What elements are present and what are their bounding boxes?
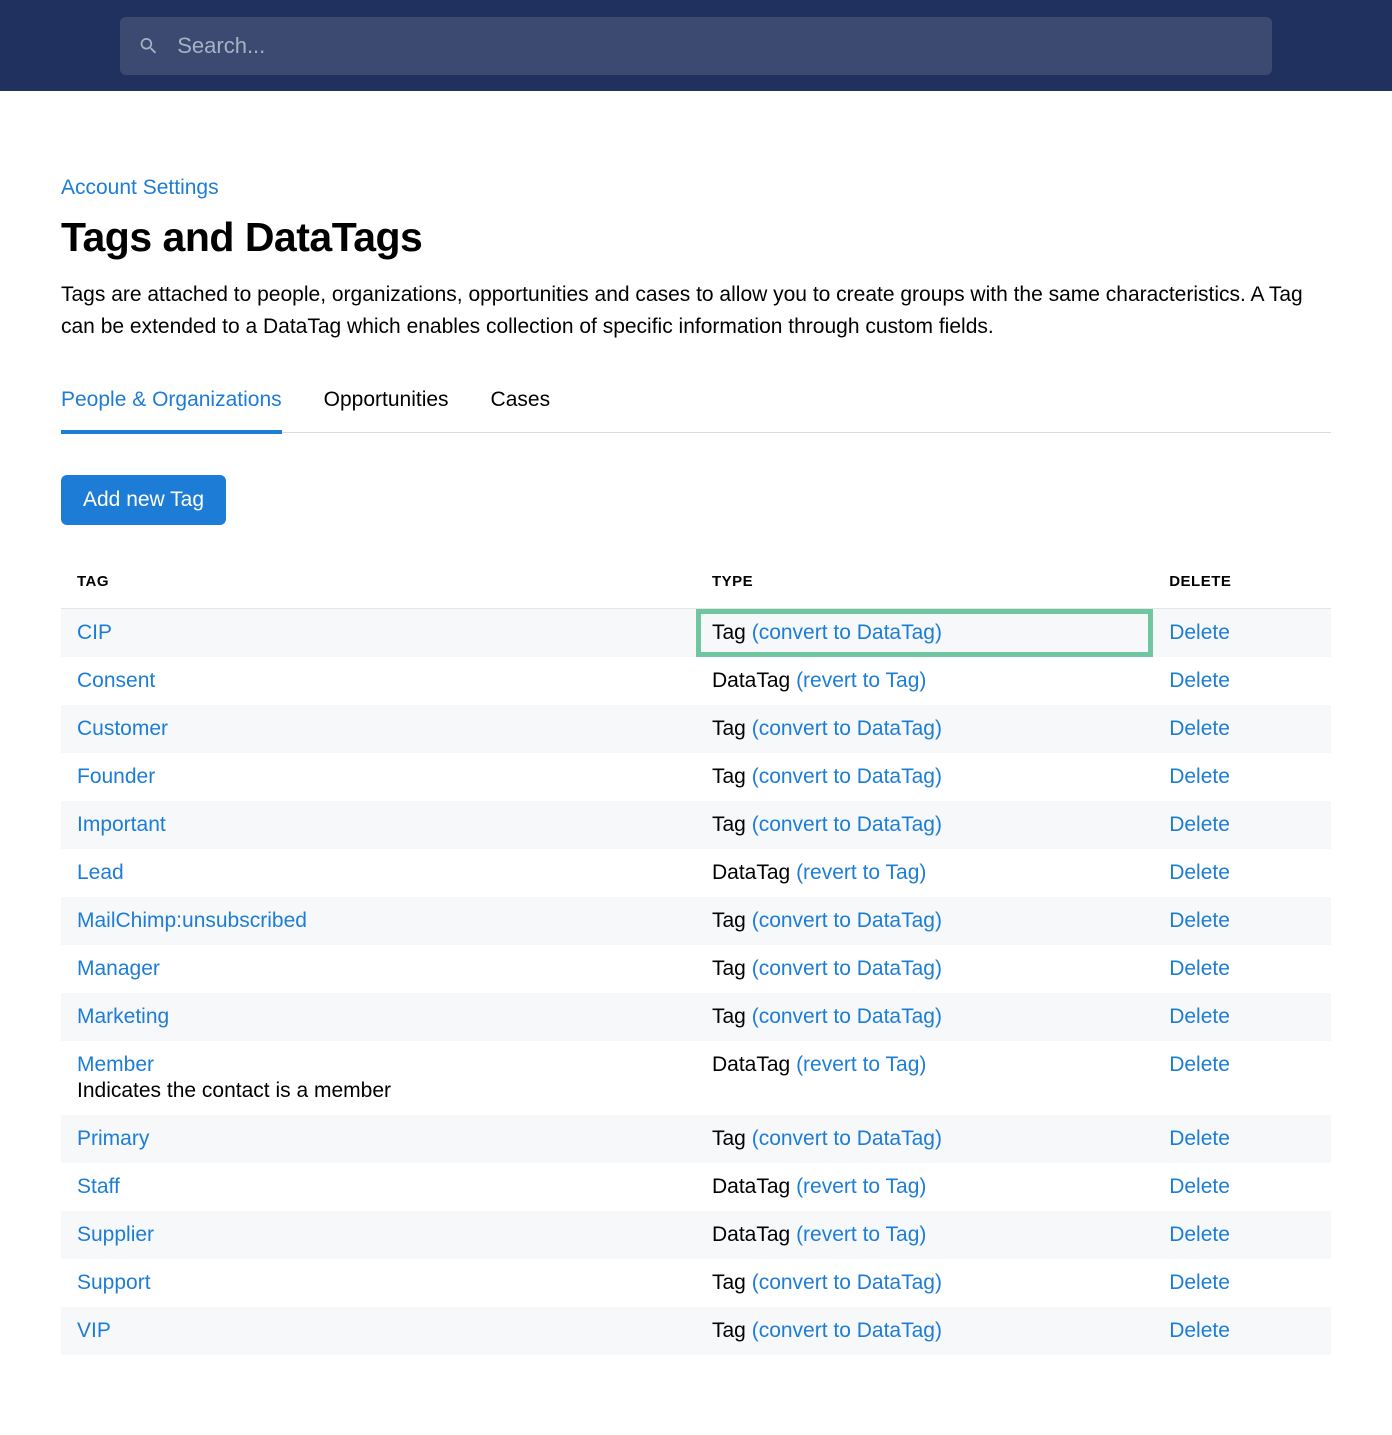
- type-label: Tag: [712, 813, 752, 836]
- tab-people-organizations[interactable]: People & Organizations: [61, 388, 282, 434]
- type-label: Tag: [712, 1005, 752, 1028]
- delete-link[interactable]: Delete: [1169, 909, 1230, 932]
- table-row: Consent DataTag (revert to Tag) Delete: [61, 657, 1331, 705]
- tag-description: Indicates the contact is a member: [77, 1079, 680, 1103]
- revert-to-tag-link[interactable]: (revert to Tag): [796, 1053, 926, 1076]
- table-row: Customer Tag (convert to DataTag) Delete: [61, 705, 1331, 753]
- page-title: Tags and DataTags: [61, 214, 1331, 261]
- add-tag-button[interactable]: Add new Tag: [61, 475, 226, 525]
- type-label: Tag: [712, 717, 752, 740]
- table-row: Marketing Tag (convert to DataTag) Delete: [61, 993, 1331, 1041]
- table-row: VIP Tag (convert to DataTag) Delete: [61, 1307, 1331, 1355]
- tag-link[interactable]: Founder: [77, 765, 155, 788]
- tag-link[interactable]: Primary: [77, 1127, 149, 1150]
- type-label: DataTag: [712, 1175, 796, 1198]
- type-label: DataTag: [712, 669, 796, 692]
- delete-link[interactable]: Delete: [1169, 765, 1230, 788]
- tag-link[interactable]: Supplier: [77, 1223, 154, 1246]
- type-label: Tag: [712, 621, 752, 644]
- tabs: People & Organizations Opportunities Cases: [61, 388, 1331, 433]
- convert-to-datatag-link[interactable]: (convert to DataTag): [752, 717, 942, 740]
- convert-to-datatag-link[interactable]: (convert to DataTag): [752, 1271, 942, 1294]
- convert-to-datatag-link[interactable]: (convert to DataTag): [752, 909, 942, 932]
- col-header-delete: DELETE: [1153, 563, 1331, 609]
- table-row: Supplier DataTag (revert to Tag) Delete: [61, 1211, 1331, 1259]
- tab-cases[interactable]: Cases: [491, 388, 551, 434]
- table-row: Primary Tag (convert to DataTag) Delete: [61, 1115, 1331, 1163]
- col-header-tag: TAG: [61, 563, 696, 609]
- type-label: Tag: [712, 957, 752, 980]
- type-label: DataTag: [712, 1223, 796, 1246]
- search-container[interactable]: [120, 17, 1272, 75]
- delete-link[interactable]: Delete: [1169, 1053, 1230, 1076]
- table-row: Manager Tag (convert to DataTag) Delete: [61, 945, 1331, 993]
- table-row: CIP Tag (convert to DataTag) Delete: [61, 609, 1331, 658]
- revert-to-tag-link[interactable]: (revert to Tag): [796, 669, 926, 692]
- table-row: Support Tag (convert to DataTag) Delete: [61, 1259, 1331, 1307]
- delete-link[interactable]: Delete: [1169, 861, 1230, 884]
- tag-link[interactable]: Consent: [77, 669, 155, 692]
- table-row: Lead DataTag (revert to Tag) Delete: [61, 849, 1331, 897]
- type-label: DataTag: [712, 1053, 796, 1076]
- table-row: MailChimp:unsubscribed Tag (convert to Da…: [61, 897, 1331, 945]
- delete-link[interactable]: Delete: [1169, 813, 1230, 836]
- delete-link[interactable]: Delete: [1169, 669, 1230, 692]
- revert-to-tag-link[interactable]: (revert to Tag): [796, 861, 926, 884]
- tags-table: TAG TYPE DELETE CIP Tag (convert to DataT…: [61, 563, 1331, 1355]
- convert-to-datatag-link[interactable]: (convert to DataTag): [752, 1319, 942, 1342]
- convert-to-datatag-link[interactable]: (convert to DataTag): [752, 813, 942, 836]
- revert-to-tag-link[interactable]: (revert to Tag): [796, 1223, 926, 1246]
- delete-link[interactable]: Delete: [1169, 1271, 1230, 1294]
- table-row: Founder Tag (convert to DataTag) Delete: [61, 753, 1331, 801]
- page-description: Tags are attached to people, organizatio…: [61, 279, 1331, 342]
- delete-link[interactable]: Delete: [1169, 717, 1230, 740]
- delete-link[interactable]: Delete: [1169, 1223, 1230, 1246]
- tag-link[interactable]: Support: [77, 1271, 151, 1294]
- delete-link[interactable]: Delete: [1169, 1127, 1230, 1150]
- tag-link[interactable]: Member: [77, 1053, 154, 1076]
- tag-link[interactable]: VIP: [77, 1319, 111, 1342]
- tag-link[interactable]: Manager: [77, 957, 160, 980]
- table-row: Staff DataTag (revert to Tag) Delete: [61, 1163, 1331, 1211]
- type-label: DataTag: [712, 861, 796, 884]
- convert-to-datatag-link[interactable]: (convert to DataTag): [752, 957, 942, 980]
- delete-link[interactable]: Delete: [1169, 1005, 1230, 1028]
- tab-opportunities[interactable]: Opportunities: [324, 388, 449, 434]
- table-row: Important Tag (convert to DataTag) Delete: [61, 801, 1331, 849]
- type-label: Tag: [712, 765, 752, 788]
- delete-link[interactable]: Delete: [1169, 621, 1230, 644]
- tag-link[interactable]: MailChimp:unsubscribed: [77, 909, 307, 932]
- tag-link[interactable]: Staff: [77, 1175, 120, 1198]
- tag-link[interactable]: Customer: [77, 717, 168, 740]
- type-label: Tag: [712, 1127, 752, 1150]
- type-label: Tag: [712, 1319, 752, 1342]
- tag-link[interactable]: Important: [77, 813, 166, 836]
- breadcrumb-link[interactable]: Account Settings: [61, 176, 219, 199]
- delete-link[interactable]: Delete: [1169, 1319, 1230, 1342]
- top-bar: [0, 0, 1392, 91]
- convert-to-datatag-link[interactable]: (convert to DataTag): [752, 765, 942, 788]
- breadcrumb: Account Settings: [61, 176, 1331, 200]
- search-icon: [138, 35, 159, 57]
- table-row: Member Indicates the contact is a member D…: [61, 1041, 1331, 1115]
- tag-link[interactable]: Lead: [77, 861, 124, 884]
- type-label: Tag: [712, 1271, 752, 1294]
- revert-to-tag-link[interactable]: (revert to Tag): [796, 1175, 926, 1198]
- search-input[interactable]: [177, 33, 1254, 59]
- delete-link[interactable]: Delete: [1169, 1175, 1230, 1198]
- content: Account Settings Tags and DataTags Tags …: [51, 176, 1341, 1435]
- delete-link[interactable]: Delete: [1169, 957, 1230, 980]
- convert-to-datatag-link[interactable]: (convert to DataTag): [752, 1127, 942, 1150]
- type-label: Tag: [712, 909, 752, 932]
- tag-link[interactable]: CIP: [77, 621, 112, 644]
- convert-to-datatag-link[interactable]: (convert to DataTag): [752, 621, 942, 644]
- tag-link[interactable]: Marketing: [77, 1005, 169, 1028]
- col-header-type: TYPE: [696, 563, 1153, 609]
- convert-to-datatag-link[interactable]: (convert to DataTag): [752, 1005, 942, 1028]
